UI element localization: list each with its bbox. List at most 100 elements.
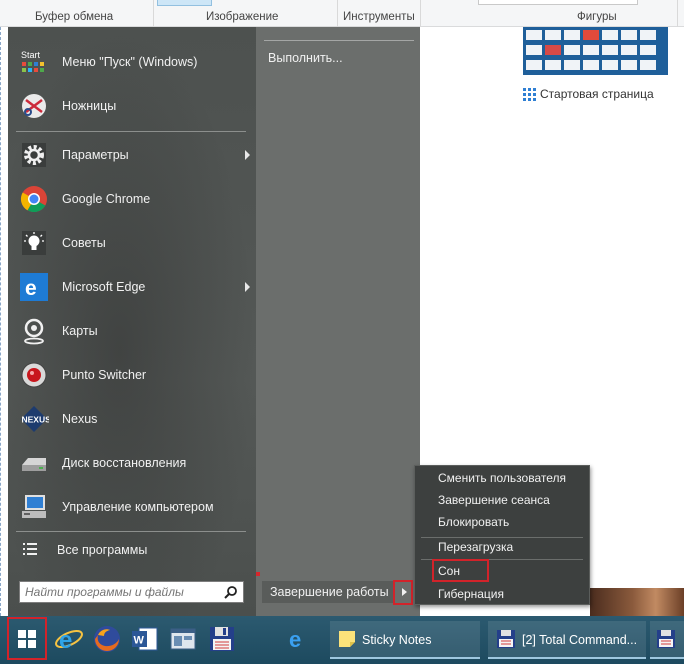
app-label: Microsoft Edge <box>62 280 146 294</box>
ribbon-separator <box>337 0 338 27</box>
ribbon-group-clipboard: Буфер обмена <box>35 11 114 23</box>
app-label: Параметры <box>62 148 129 162</box>
power-item-hibernate[interactable]: Гибернация <box>415 583 589 605</box>
taskbar-internet-explorer[interactable]: e <box>52 620 86 660</box>
background-photo <box>590 588 684 616</box>
power-item-switch-user[interactable]: Сменить пользователя <box>415 467 589 489</box>
app-label: Меню "Пуск" (Windows) <box>62 55 198 69</box>
taskbar-edge[interactable]: e <box>282 620 316 660</box>
svg-text:W: W <box>134 634 145 646</box>
app-start-menu-windows[interactable]: Start Меню "Пуск" (Windows) <box>8 40 256 84</box>
taskbar-floppy-app[interactable] <box>204 620 240 660</box>
list-icon <box>23 542 37 559</box>
ribbon-shapes-box[interactable] <box>478 0 638 5</box>
svg-text:Start: Start <box>21 50 41 60</box>
submenu-arrow-icon <box>245 282 250 292</box>
floppy-disk-icon <box>496 629 516 652</box>
taskbar-app-window[interactable] <box>166 620 200 660</box>
app-microsoft-edge[interactable]: e Microsoft Edge <box>8 265 256 309</box>
search-icon[interactable] <box>224 585 238 602</box>
ribbon-selected-tool[interactable] <box>157 0 212 6</box>
edge-icon: e <box>17 270 51 304</box>
start-menu: Start Меню "Пуск" (Windows) Ножницы Пара… <box>8 27 420 616</box>
taskbar-total-commander[interactable]: [2] Total Command... <box>488 621 646 659</box>
app-punto-switcher[interactable]: Punto Switcher <box>8 353 256 397</box>
firefox-icon <box>92 624 122 657</box>
taskbar: e W e Sticky Notes [2] Total Command... <box>0 616 684 664</box>
taskbar-task-label: Sticky Notes <box>362 633 432 647</box>
power-item-restart[interactable]: Перезагрузка <box>415 536 589 558</box>
svg-text:NEXUS: NEXUS <box>22 415 50 425</box>
all-programs-label: Все программы <box>57 543 148 557</box>
power-item-lock[interactable]: Блокировать <box>415 511 589 533</box>
nexus-icon: NEXUS <box>17 402 51 436</box>
power-item-sign-out[interactable]: Завершение сеанса <box>415 489 589 511</box>
ribbon: Буфер обмена Изображение Инструменты Фиг… <box>0 0 684 27</box>
app-label: Советы <box>62 236 106 250</box>
window-app-icon <box>168 624 198 657</box>
app-tips[interactable]: Советы <box>8 221 256 265</box>
taskbar-task-label: [2] Total Command... <box>522 633 638 647</box>
floppy-disk-icon <box>656 629 676 652</box>
menu-separator <box>264 40 414 41</box>
highlight-frame <box>432 559 489 582</box>
app-computer-management[interactable]: Управление компьютером <box>8 485 256 529</box>
taskbar-word[interactable]: W <box>128 620 162 660</box>
app-google-chrome[interactable]: Google Chrome <box>8 177 256 221</box>
app-label: Управление компьютером <box>62 500 214 514</box>
run-item[interactable]: Выполнить... <box>268 51 343 65</box>
search-box[interactable] <box>19 581 244 603</box>
task-indicator <box>650 657 684 659</box>
start-menu-icon: Start <box>17 45 51 79</box>
app-label: Nexus <box>62 412 98 426</box>
start-page-label: Стартовая страница <box>540 87 654 101</box>
word-icon: W <box>130 624 160 657</box>
highlight-frame <box>393 580 413 605</box>
punto-switcher-icon <box>17 358 51 392</box>
shutdown-button[interactable]: Завершение работы <box>262 581 412 603</box>
chrome-icon <box>17 182 51 216</box>
menu-separator <box>16 531 246 532</box>
ribbon-group-tools: Инструменты <box>343 11 415 23</box>
menu-separator <box>16 131 246 132</box>
app-label: Punto Switcher <box>62 368 147 382</box>
app-recovery-drive[interactable]: Диск восстановления <box>8 441 256 485</box>
taskbar-sticky-notes[interactable]: Sticky Notes <box>330 621 480 659</box>
search-input[interactable] <box>25 583 221 601</box>
selection-edge <box>0 27 1 616</box>
taskbar-firefox[interactable] <box>90 620 124 660</box>
scissors-icon <box>17 89 51 123</box>
sticky-notes-icon <box>338 630 356 651</box>
app-settings[interactable]: Параметры <box>8 133 256 177</box>
svg-text:e: e <box>289 627 301 652</box>
task-indicator <box>330 657 480 659</box>
start-page-link[interactable]: Стартовая страница <box>523 87 654 101</box>
recovery-drive-icon <box>17 446 51 480</box>
app-scissors[interactable]: Ножницы <box>8 84 256 128</box>
ribbon-separator <box>420 0 421 27</box>
shutdown-label: Завершение работы <box>270 585 389 599</box>
edge-icon: e <box>286 626 312 655</box>
computer-management-icon <box>17 490 51 524</box>
submenu-arrow-icon <box>245 150 250 160</box>
start-menu-places-column <box>256 27 420 616</box>
internet-explorer-icon: e <box>54 624 84 657</box>
ribbon-group-image: Изображение <box>206 11 279 23</box>
all-programs-item[interactable]: Все программы <box>8 534 256 566</box>
svg-text:e: e <box>59 627 72 654</box>
app-label: Карты <box>62 324 98 338</box>
start-page-thumbnail[interactable] <box>523 27 668 75</box>
lightbulb-icon <box>17 226 51 260</box>
red-marker <box>256 572 260 576</box>
ribbon-group-shapes: Фигуры <box>577 11 617 23</box>
start-menu-programs-column: Start Меню "Пуск" (Windows) Ножницы Пара… <box>8 27 256 616</box>
ribbon-separator <box>153 0 154 27</box>
highlight-frame <box>7 617 47 660</box>
task-indicator <box>488 657 646 659</box>
app-label: Google Chrome <box>62 192 151 206</box>
app-nexus[interactable]: NEXUS Nexus <box>8 397 256 441</box>
svg-text:e: e <box>25 277 37 300</box>
app-maps[interactable]: Карты <box>8 309 256 353</box>
taskbar-total-commander-2[interactable] <box>650 621 684 659</box>
power-submenu: Сменить пользователя Завершение сеанса Б… <box>414 465 590 605</box>
